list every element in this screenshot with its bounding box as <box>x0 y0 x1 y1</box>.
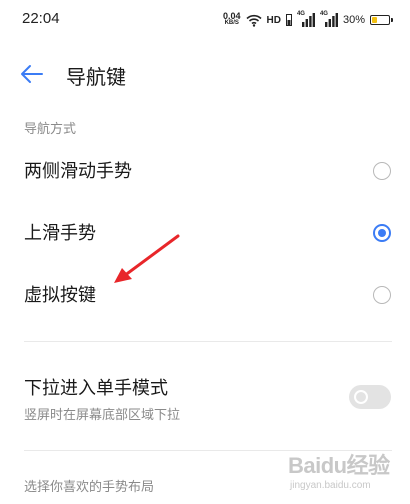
gesture-layout-section-label: 选择你喜欢的手势布局 <box>24 480 155 495</box>
volte-box-icon <box>285 14 292 26</box>
hd-label: HD <box>266 14 281 26</box>
section-divider <box>24 341 392 342</box>
signal-sim1: 4G <box>297 11 315 27</box>
signal-sim2: 4G <box>320 11 338 27</box>
network-speed-unit: KB/S <box>224 20 239 26</box>
status-time: 22:04 <box>22 10 60 27</box>
battery-icon <box>370 15 393 25</box>
nav-option-virtual-keys[interactable]: 虚拟按键 <box>0 267 410 323</box>
arrow-left-icon[interactable] <box>20 64 44 84</box>
annotation-arrow-icon <box>114 234 180 283</box>
one-hand-mode-title: 下拉进入单手模式 <box>24 378 168 399</box>
status-icons: 0.04 KB/S HD 4G 4G 30% <box>222 11 393 28</box>
nav-option-label: 两侧滑动手势 <box>24 161 132 182</box>
signal-icon <box>324 13 338 27</box>
status-bar: 22:04 0.04 KB/S HD 4G 4G 30% <box>0 0 410 40</box>
nav-option-label: 上滑手势 <box>24 223 96 244</box>
radio-button[interactable] <box>373 162 391 180</box>
network-speed-value: 0.04 <box>222 11 241 21</box>
nav-mode-section-label: 导航方式 <box>24 122 77 137</box>
nav-option-label: 虚拟按键 <box>24 285 96 306</box>
watermark-url: jingyan.baidu.com <box>290 480 371 491</box>
page-header: 导航键 <box>0 56 410 94</box>
battery-percent: 30% <box>342 14 365 26</box>
nav-option-two-side-swipe[interactable]: 两侧滑动手势 <box>0 143 410 199</box>
battery-fill <box>372 17 377 23</box>
one-hand-mode-toggle[interactable] <box>349 385 391 409</box>
watermark: Baidu经验 jingyan.baidu.com <box>282 446 400 500</box>
network-speed: 0.04 KB/S <box>222 11 241 27</box>
one-hand-mode-row[interactable]: 下拉进入单手模式 竖屏时在屏幕底部区域下拉 <box>0 364 410 428</box>
watermark-brand: Baidu经验 <box>288 453 390 478</box>
radio-button-selected[interactable] <box>373 224 391 242</box>
nav-option-swipe-up[interactable]: 上滑手势 <box>0 205 410 261</box>
radio-button[interactable] <box>373 286 391 304</box>
signal-icon <box>301 13 315 27</box>
page-title: 导航键 <box>66 65 126 89</box>
one-hand-mode-subtitle: 竖屏时在屏幕底部区域下拉 <box>24 408 181 423</box>
toggle-knob <box>354 390 368 404</box>
wifi-icon <box>245 14 262 27</box>
